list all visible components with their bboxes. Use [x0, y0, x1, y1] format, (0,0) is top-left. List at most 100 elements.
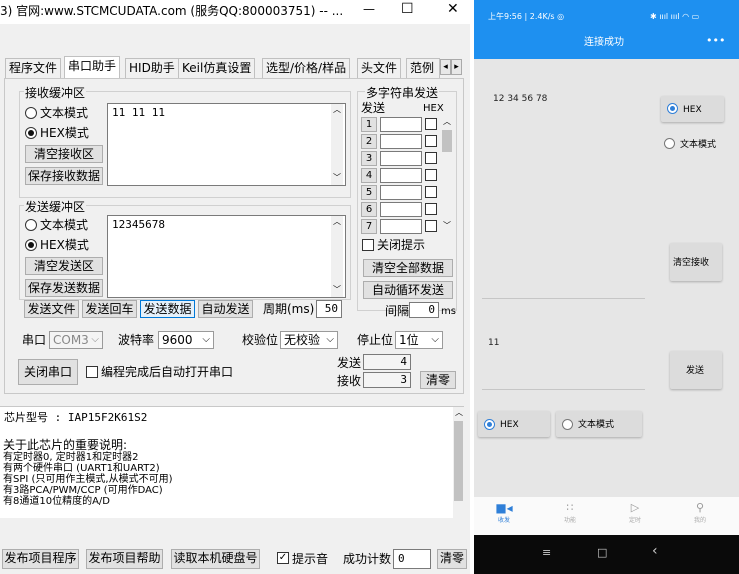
multi-string-input[interactable]: [380, 151, 422, 166]
phone-send-text-option[interactable]: 文本模式: [556, 411, 642, 437]
send-data-button[interactable]: 发送数据: [140, 300, 195, 318]
menu-icon[interactable]: ≡: [542, 546, 551, 560]
multi-send-button[interactable]: 5: [361, 185, 377, 200]
multi-string-input[interactable]: [380, 202, 422, 217]
publish-program-button[interactable]: 发布项目程序: [2, 549, 79, 569]
phone-send-label: 发送: [686, 366, 705, 376]
multi-send-button[interactable]: 3: [361, 151, 377, 166]
recv-hex-radio[interactable]: [25, 127, 37, 139]
port-select[interactable]: COM3 ⌵: [49, 331, 103, 349]
recv-scrollbar[interactable]: ︿ ﹀: [331, 104, 343, 185]
multi-send-button[interactable]: 7: [361, 219, 377, 234]
multi-hex-checkbox[interactable]: [425, 186, 437, 198]
phone-screen: 上午9:56 | 2.4K/s ◎ ✱ ıııl ıııl ◠ ▭ 连接成功 •…: [474, 0, 739, 574]
multi-string-input[interactable]: [380, 168, 422, 183]
multi-string-input[interactable]: [380, 219, 422, 234]
nav-item-send-receive[interactable]: ■◂ 收发: [490, 501, 518, 531]
clear-send-button[interactable]: 清空发送区: [25, 257, 103, 275]
nav-item-timer[interactable]: ▷ 定时: [621, 501, 649, 531]
tab-scroll-right[interactable]: ▸: [451, 59, 462, 75]
nav-item-function[interactable]: ∷ 功能: [556, 501, 584, 531]
tab-scroll-left[interactable]: ◂: [440, 59, 451, 75]
chevron-down-icon: ⌵: [202, 334, 210, 345]
chip-info-line: 有SPI (只可用作主模式,从模式不可用): [3, 474, 173, 485]
send-hex-radio[interactable]: [25, 239, 37, 251]
multi-scrollbar[interactable]: ︿ ﹀: [441, 116, 453, 233]
period-input[interactable]: 50: [316, 300, 342, 318]
save-send-button[interactable]: 保存发送数据: [25, 279, 103, 297]
nav-label-send-receive: 收发: [497, 517, 510, 524]
send-textarea[interactable]: 12345678: [107, 215, 346, 298]
send-enter-button[interactable]: 发送回车: [82, 300, 137, 318]
back-icon[interactable]: ‹: [652, 544, 658, 558]
nav-item-mine[interactable]: ⚲ 我的: [686, 501, 714, 531]
grid-icon: ∷: [566, 501, 574, 514]
parity-value: 无校验: [284, 333, 321, 347]
publish-help-button[interactable]: 发布项目帮助: [86, 549, 163, 569]
sent-count-label: 发送: [337, 356, 362, 370]
clear-recv-button[interactable]: 清空接收区: [25, 145, 103, 163]
tab-selection-price[interactable]: 选型/价格/样品: [262, 58, 351, 78]
multi-string-input[interactable]: [380, 117, 422, 132]
interval-input[interactable]: 0: [409, 302, 439, 318]
phone-send-button[interactable]: 发送: [670, 351, 722, 389]
close-port-button[interactable]: 关闭串口: [18, 359, 78, 385]
send-file-button[interactable]: 发送文件: [24, 300, 79, 318]
multi-hex-checkbox[interactable]: [425, 220, 437, 232]
tab-examples[interactable]: 范例: [406, 58, 440, 78]
multi-hex-checkbox[interactable]: [425, 169, 437, 181]
save-recv-button[interactable]: 保存接收数据: [25, 167, 103, 185]
sound-tip-checkbox[interactable]: ✓: [277, 552, 289, 564]
menu-icon[interactable]: •••: [706, 34, 725, 48]
status-left: 上午9:56 | 2.4K/s ◎: [488, 12, 565, 21]
phone-send-hex-option[interactable]: HEX: [478, 411, 550, 437]
tab-serial-assistant[interactable]: 串口助手: [64, 56, 121, 78]
multi-send-button[interactable]: 6: [361, 202, 377, 217]
send-scrollbar[interactable]: ︿ ﹀: [331, 216, 343, 297]
send-hex-label: HEX模式: [40, 238, 89, 252]
tab-keil-sim[interactable]: Keil仿真设置: [178, 58, 256, 78]
stop-select[interactable]: 1位 ⌵: [395, 331, 443, 349]
info-scrollbar[interactable]: ︿: [453, 407, 464, 518]
auto-send-button[interactable]: 自动发送: [198, 300, 253, 318]
multi-hex-checkbox[interactable]: [425, 118, 437, 130]
recv-textarea[interactable]: 11 11 11: [107, 103, 346, 186]
maximize-icon[interactable]: ☐: [401, 2, 414, 16]
success-clear-button[interactable]: 清零: [437, 549, 467, 569]
clear-all-button[interactable]: 清空全部数据: [363, 259, 453, 277]
multi-hex-checkbox[interactable]: [425, 135, 437, 147]
tab-program-file[interactable]: 程序文件: [5, 58, 62, 78]
multi-title: 多字符串发送: [365, 86, 440, 100]
multi-hex-checkbox[interactable]: [425, 152, 437, 164]
parity-label: 校验位: [242, 333, 279, 347]
tab-header-file[interactable]: 头文件: [357, 58, 402, 78]
auto-loop-button[interactable]: 自动循环发送: [363, 281, 453, 299]
radio-off-icon[interactable]: [664, 138, 675, 149]
read-disk-button[interactable]: 读取本机硬盘号: [171, 549, 260, 569]
multi-string-input[interactable]: [380, 134, 422, 149]
tab-hid-assistant[interactable]: HID助手: [125, 58, 179, 78]
close-icon[interactable]: ✕: [447, 2, 459, 16]
auto-open-checkbox[interactable]: [86, 366, 98, 378]
clear-recv-phone-button[interactable]: 清空接收: [670, 243, 722, 281]
multi-hex-checkbox[interactable]: [425, 203, 437, 215]
phone-hex-option[interactable]: HEX: [661, 96, 724, 122]
desktop-window: 3) 官网:www.STCMCUDATA.com (服务QQ:800003751…: [0, 0, 470, 574]
parity-select[interactable]: 无校验 ⌵: [280, 331, 338, 349]
multi-send-button[interactable]: 4: [361, 168, 377, 183]
sent-count: 4: [363, 354, 411, 370]
clear-count-button[interactable]: 清零: [420, 371, 456, 389]
minimize-icon[interactable]: —: [363, 2, 375, 16]
phone-send-divider: [482, 389, 645, 390]
multi-send-button[interactable]: 1: [361, 117, 377, 132]
recv-text-radio[interactable]: [25, 107, 37, 119]
phone-title: 连接成功: [584, 37, 624, 48]
baud-select[interactable]: 9600 ⌵: [158, 331, 214, 349]
chevron-down-icon: ⌵: [431, 334, 439, 345]
home-icon[interactable]: □: [597, 546, 607, 560]
multi-send-button[interactable]: 2: [361, 134, 377, 149]
send-text-label: 文本模式: [40, 218, 89, 232]
multi-string-input[interactable]: [380, 185, 422, 200]
close-tip-checkbox[interactable]: [362, 239, 374, 251]
send-text-radio[interactable]: [25, 219, 37, 231]
